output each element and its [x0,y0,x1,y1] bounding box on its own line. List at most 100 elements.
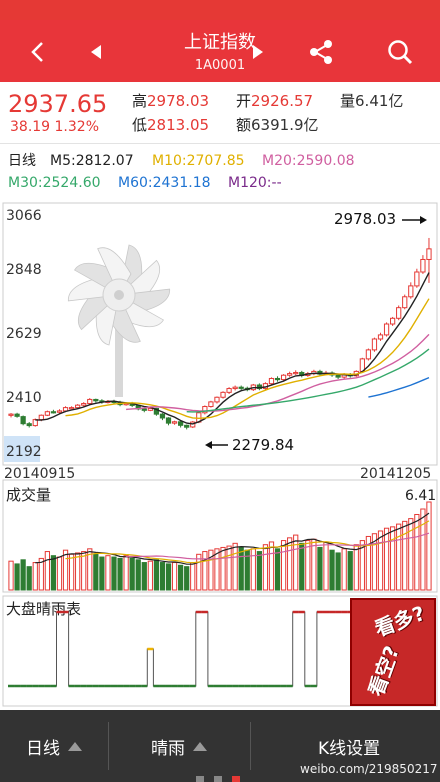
volume-bar [141,562,147,591]
candle-body [44,411,50,416]
x-end-date: 20141205 [360,466,431,482]
share-button[interactable] [303,34,339,70]
amount-field: 额6391.9亿 [236,116,319,134]
badge-bear-text: 看空? [363,642,404,700]
candle-body [8,413,14,416]
candle-body [68,407,75,410]
volume-bar [93,553,99,591]
bull-bear-badge[interactable]: 看多? 看空? [350,598,436,706]
open-field: 开2926.57 [236,92,313,110]
volume-bar [111,556,117,591]
candle-body [141,408,147,411]
high-value: 2978.03 [147,92,210,110]
volume-bar [299,542,305,591]
volume-bar [8,560,14,591]
badge-bull-text: 看多? [371,600,429,642]
volume-bar [280,540,287,591]
volume-bar [75,552,81,591]
tab-divider [250,722,251,770]
low-annotation: 2279.84 [232,436,294,454]
volume-bar [274,548,281,591]
volume-bar [262,544,269,591]
volume-bar [311,538,317,591]
price-change: 38.19 1.32% [10,119,100,135]
volume-bar [377,530,384,591]
candle-body [171,421,178,424]
candle-body [414,271,420,287]
index-code: 1A0001 [194,58,246,73]
nav-dot [214,776,222,782]
volume-bar [347,551,353,591]
high-label: 高 [132,92,148,110]
volume-bar [353,544,359,591]
volume-bar [99,556,105,591]
low-label: 低 [132,116,148,134]
open-label: 开 [236,92,252,110]
volume-bar [238,546,244,591]
tab-rainbow-label: 晴雨 [151,738,185,759]
candle-body [220,391,226,398]
search-icon [388,40,413,65]
nav-dot [196,776,204,782]
candle-body [365,349,372,360]
volume-bar [50,555,57,591]
candle-body [383,323,390,336]
volume-bar [184,566,190,591]
volume-bar [135,559,141,591]
high-annotation: 2978.03 [334,210,396,228]
volume-bar [402,520,408,591]
ma60-label: M60:2431.18 [118,175,211,191]
volume-bar [293,534,299,591]
candle-body [371,338,378,351]
ma-period: 日线 [8,153,36,169]
volume-bar [44,551,50,591]
candle-body [293,371,299,375]
low-arrow-head [205,441,212,449]
tab-daily[interactable]: 日线 [0,710,108,782]
volume-bar [202,551,208,591]
volume-bar [190,562,196,591]
candle-body [396,307,402,319]
candle-body [232,386,238,390]
header-bar: 上证指数 1A0001 [0,20,440,82]
high-field: 高2978.03 [132,92,209,110]
candle-body [75,404,81,409]
volume-bar [220,546,226,591]
candle-body [56,410,63,413]
volume-bar [123,555,129,591]
app-root: 上证指数 1A0001 2937.65 38.19 1.32% 高2978.03… [0,0,440,782]
volume-bar [329,549,335,591]
x-start-date: 20140915 [4,466,75,482]
volume-bar [341,548,347,591]
volume-bar [20,559,26,591]
volume-bar [171,562,178,591]
candle-body [377,334,384,340]
candle-body [147,407,153,411]
candle-body [408,285,414,298]
candle-body [280,374,287,381]
volume-bar [305,540,311,591]
volume-bar [14,563,20,591]
volume-bar [32,562,38,591]
volume-bar [117,557,123,591]
candle-body [50,411,57,414]
candle-body [287,373,293,376]
volume-bar [396,523,402,591]
candle-body [390,317,396,325]
nav-dot [232,776,240,782]
volume-bar [62,549,69,591]
candle-body [93,398,99,402]
candle-body [226,388,232,393]
page-title: 上证指数 [184,32,256,53]
volume-bar [105,555,111,591]
next-index-button[interactable] [240,34,276,70]
volume-value: 6.41亿 [355,92,404,110]
candle-body [26,423,32,427]
y-tick-label: 2192 [6,444,42,460]
search-button[interactable] [382,34,418,70]
low-value: 2813.05 [147,116,210,134]
volume-bar [226,545,232,591]
ma10-label: M10:2707.85 [152,153,245,169]
tab-daily-label: 日线 [26,738,60,759]
tab-rainbow[interactable]: 晴雨 [108,710,250,782]
